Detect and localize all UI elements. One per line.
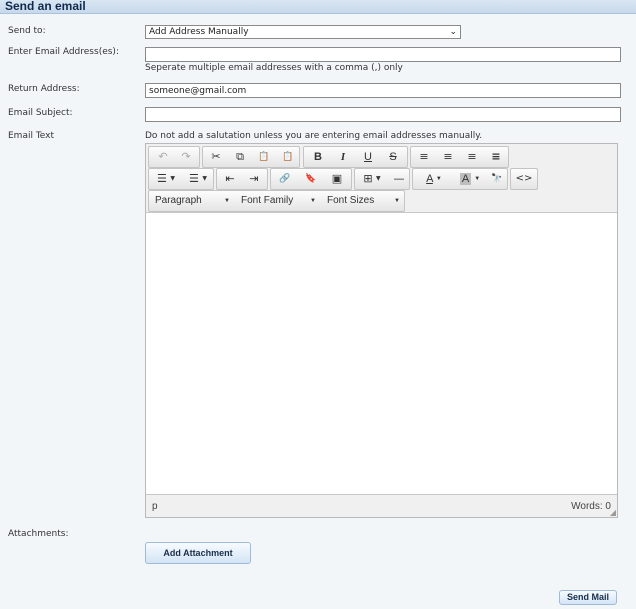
send-to-label: Send to: — [8, 26, 46, 36]
page-title: Send an email — [5, 0, 86, 13]
email-text-hint: Do not add a salutation unless you are e… — [145, 131, 483, 141]
align-right-icon[interactable]: ≡ — [461, 149, 483, 165]
email-addresses-hint: Seperate multiple email addresses with a… — [145, 63, 403, 73]
rich-text-editor: ↶ ↷ ✂ ⧉ 📋 📋 B I U S ≡ ≡ ≡ ≡ ☰ ▼ ☰ ▼ ⇤ ⇥ — [145, 143, 618, 518]
bold-button[interactable]: B — [307, 149, 329, 165]
return-address-input[interactable]: someone@gmail.com — [145, 83, 621, 98]
paste-text-icon[interactable]: 📋 — [277, 149, 299, 165]
editor-toolbar: ↶ ↷ ✂ ⧉ 📋 📋 B I U S ≡ ≡ ≡ ≡ ☰ ▼ ☰ ▼ ⇤ ⇥ — [146, 144, 617, 213]
align-left-icon[interactable]: ≡ — [413, 149, 435, 165]
redo-icon[interactable]: ↷ — [175, 149, 197, 165]
email-addresses-label: Enter Email Address(es): — [8, 47, 119, 57]
bookmark-icon[interactable]: 🔖 — [299, 171, 323, 187]
send-to-value: Add Address Manually — [149, 27, 249, 37]
underline-button[interactable]: U — [357, 149, 379, 165]
element-path[interactable]: p — [152, 501, 158, 512]
email-text-label: Email Text — [8, 131, 55, 141]
horizontal-rule-icon[interactable]: — — [389, 171, 409, 187]
strikethrough-button[interactable]: S — [382, 149, 404, 165]
font-sizes-dropdown[interactable]: Font Sizes ▼ — [321, 193, 405, 209]
editor-content-area[interactable] — [146, 213, 617, 494]
cut-icon[interactable]: ✂ — [205, 149, 227, 165]
indent-icon[interactable]: ⇥ — [243, 171, 265, 187]
numbered-list-icon[interactable]: ☰ ▼ — [183, 171, 213, 187]
add-attachment-button[interactable]: Add Attachment — [145, 542, 251, 564]
table-hr-group: ⊞ ▼ — — [354, 168, 410, 190]
undo-icon[interactable]: ↶ — [152, 149, 174, 165]
background-color-icon[interactable]: A ▼ — [453, 171, 487, 187]
color-group: A ▼ A ▼ 🔭 — [412, 168, 508, 190]
clipboard-group: ✂ ⧉ 📋 📋 — [202, 146, 300, 168]
bullet-list-icon[interactable]: ☰ ▼ — [151, 171, 181, 187]
source-code-icon[interactable]: <> — [513, 171, 535, 187]
email-subject-input[interactable] — [145, 107, 621, 122]
text-color-icon[interactable]: A ▼ — [417, 171, 451, 187]
outdent-icon[interactable]: ⇤ — [219, 171, 241, 187]
dropdowns-group: Paragraph ▼ Font Family ▼ Font Sizes ▼ — [148, 190, 405, 212]
find-replace-icon[interactable]: 🔭 — [487, 171, 507, 187]
return-address-label: Return Address: — [8, 84, 80, 94]
word-count: Words: 0 — [571, 501, 611, 512]
table-icon[interactable]: ⊞ ▼ — [357, 171, 387, 187]
alignment-group: ≡ ≡ ≡ ≡ — [410, 146, 509, 168]
history-group: ↶ ↷ — [148, 146, 200, 168]
paragraph-dropdown[interactable]: Paragraph ▼ — [149, 193, 235, 209]
email-subject-label: Email Subject: — [8, 108, 73, 118]
format-group: B I U S — [303, 146, 408, 168]
send-to-select[interactable]: Add Address Manually ⌄ — [145, 25, 461, 39]
indent-group: ⇤ ⇥ — [216, 168, 268, 190]
resize-handle-icon[interactable]: ◢ — [610, 508, 616, 517]
editor-statusbar: p Words: 0 ◢ — [146, 494, 617, 517]
font-family-dropdown[interactable]: Font Family ▼ — [235, 193, 321, 209]
align-center-icon[interactable]: ≡ — [437, 149, 459, 165]
link-icon[interactable]: 🔗 — [273, 171, 297, 187]
copy-icon[interactable]: ⧉ — [229, 149, 251, 165]
send-mail-button[interactable]: Send Mail — [559, 590, 617, 605]
attachments-label: Attachments: — [8, 529, 69, 539]
section-header: Send an email — [0, 0, 636, 14]
justify-icon[interactable]: ≡ — [485, 149, 507, 165]
lists-group: ☰ ▼ ☰ ▼ — [148, 168, 214, 190]
image-icon[interactable]: ▣ — [325, 171, 349, 187]
insert-group: 🔗 🔖 ▣ — [270, 168, 352, 190]
italic-button[interactable]: I — [332, 149, 354, 165]
chevron-down-icon: ⌄ — [449, 27, 457, 37]
source-group: <> — [510, 168, 538, 190]
paste-icon[interactable]: 📋 — [253, 149, 275, 165]
email-addresses-input[interactable] — [145, 47, 621, 62]
